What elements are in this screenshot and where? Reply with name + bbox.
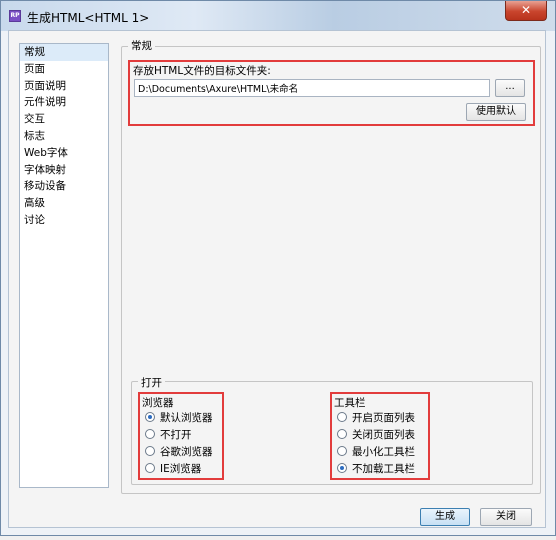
- radio-label: 不打开: [160, 429, 192, 441]
- window-close-button[interactable]: ✕: [505, 1, 547, 21]
- browser-option-none[interactable]: 不打开: [145, 428, 192, 443]
- axure-app-icon: RP: [9, 10, 21, 22]
- nav-item-general[interactable]: 常规: [20, 44, 108, 61]
- radio-label: 不加载工具栏: [352, 463, 415, 475]
- radio-label: 默认浏览器: [160, 412, 213, 424]
- toolbar-option-close-page-list[interactable]: 关闭页面列表: [337, 428, 415, 443]
- radio-label: 最小化工具栏: [352, 446, 415, 458]
- browse-folder-button[interactable]: ...: [495, 79, 525, 97]
- radio-icon[interactable]: [145, 463, 155, 473]
- radio-label: IE浏览器: [160, 463, 202, 475]
- browser-option-default[interactable]: 默认浏览器: [145, 411, 213, 426]
- nav-item-font-mapping[interactable]: 字体映射: [20, 162, 108, 179]
- nav-item-interactions[interactable]: 交互: [20, 111, 108, 128]
- radio-label: 关闭页面列表: [352, 429, 415, 441]
- general-group-legend: 常规: [128, 38, 155, 53]
- window-title: 生成HTML<HTML 1>: [27, 11, 150, 25]
- open-group-legend: 打开: [138, 375, 165, 390]
- toolbar-label: 工具栏: [334, 397, 366, 409]
- radio-icon[interactable]: [337, 412, 347, 422]
- nav-item-advanced[interactable]: 高级: [20, 195, 108, 212]
- radio-label: 开启页面列表: [352, 412, 415, 424]
- nav-item-widget-notes[interactable]: 元件说明: [20, 94, 108, 111]
- title-bar[interactable]: RP 生成HTML<HTML 1> ✕: [1, 1, 555, 31]
- nav-item-page-notes[interactable]: 页面说明: [20, 78, 108, 95]
- browser-label: 浏览器: [142, 397, 174, 409]
- toolbar-option-minimize[interactable]: 最小化工具栏: [337, 445, 415, 460]
- close-button[interactable]: 关闭: [480, 508, 532, 526]
- target-folder-input[interactable]: [134, 79, 490, 97]
- nav-item-discussion[interactable]: 讨论: [20, 212, 108, 229]
- browser-option-ie[interactable]: IE浏览器: [145, 462, 201, 477]
- target-folder-label: 存放HTML文件的目标文件夹:: [133, 65, 271, 77]
- radio-checked-icon[interactable]: [337, 463, 347, 473]
- nav-item-web-fonts[interactable]: Web字体: [20, 145, 108, 162]
- use-default-button[interactable]: 使用默认: [466, 103, 526, 121]
- toolbar-option-no-toolbar[interactable]: 不加载工具栏: [337, 462, 415, 477]
- radio-icon[interactable]: [145, 429, 155, 439]
- settings-nav-list[interactable]: 常规 页面 页面说明 元件说明 交互 标志 Web字体 字体映射 移动设备 高级…: [19, 43, 109, 488]
- radio-checked-icon[interactable]: [145, 412, 155, 422]
- radio-icon[interactable]: [337, 446, 347, 456]
- browser-option-chrome[interactable]: 谷歌浏览器: [145, 445, 213, 460]
- generate-button[interactable]: 生成: [420, 508, 470, 526]
- radio-label: 谷歌浏览器: [160, 446, 213, 458]
- radio-icon[interactable]: [145, 446, 155, 456]
- nav-item-logo[interactable]: 标志: [20, 128, 108, 145]
- radio-icon[interactable]: [337, 429, 347, 439]
- nav-item-pages[interactable]: 页面: [20, 61, 108, 78]
- nav-item-mobile[interactable]: 移动设备: [20, 178, 108, 195]
- toolbar-option-open-page-list[interactable]: 开启页面列表: [337, 411, 415, 426]
- bottom-strip: [0, 536, 556, 540]
